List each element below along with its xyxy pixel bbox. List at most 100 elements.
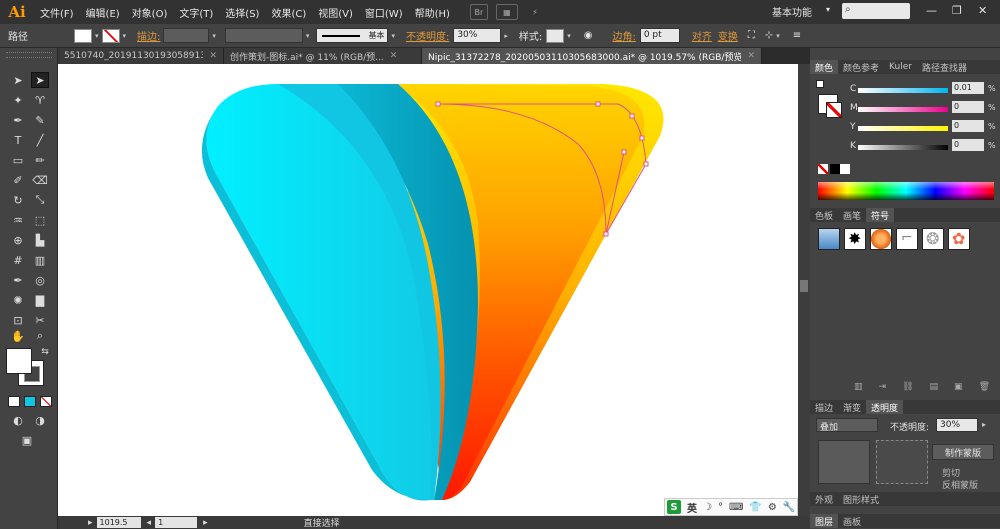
tab-pathfinder[interactable]: 路径查找器 [917, 60, 972, 74]
symbol-item[interactable]: ❂ [922, 228, 944, 250]
recolor-icon[interactable]: ◉ [584, 30, 593, 41]
moon-icon[interactable]: ☽ [703, 502, 712, 513]
tab-document-2[interactable]: 创作策划-图标.ai* @ 11% (RGB/预... ✕ [224, 48, 422, 64]
tab-document-3[interactable]: Nipic_31372278_20200503110305683000.ai* … [422, 48, 762, 64]
isolate-icon[interactable]: ⛶ [748, 30, 755, 41]
bridge-button[interactable]: Br [469, 4, 488, 20]
gear-icon[interactable]: ⚙ [768, 502, 777, 513]
make-mask-button[interactable]: 制作蒙版 [932, 444, 994, 460]
anchor-point[interactable] [435, 101, 441, 107]
curvature-tool-icon[interactable]: ✎ [31, 112, 49, 128]
scale-tool-icon[interactable]: ⤡ [31, 192, 49, 208]
eyedropper-tool-icon[interactable]: ✒ [9, 272, 27, 288]
tab-gradient[interactable]: 渐变 [838, 400, 866, 414]
slice-tool-icon[interactable]: ✂ [31, 312, 49, 328]
tab-kuler[interactable]: Kuler [884, 60, 917, 74]
close-icon[interactable]: ✕ [209, 51, 217, 61]
menu-type[interactable]: 文字(T) [173, 5, 219, 20]
menu-edit[interactable]: 编辑(E) [80, 5, 126, 20]
transform-link[interactable]: 变换 [718, 28, 738, 43]
chevron-down-icon[interactable]: ▾ [212, 32, 216, 40]
minimize-button[interactable]: — [926, 4, 937, 17]
arrange-documents-button[interactable]: ▦ [495, 4, 518, 20]
menu-view[interactable]: 视图(V) [312, 5, 359, 20]
current-tool-status[interactable]: 直接选择 [304, 516, 340, 529]
tab-symbols[interactable]: 符号 [866, 208, 895, 222]
lasso-tool-icon[interactable]: ♈ [31, 92, 49, 108]
black-slider[interactable] [858, 145, 948, 150]
type-tool-icon[interactable]: T [9, 132, 27, 148]
ime-language[interactable]: 英 [687, 500, 697, 515]
opacity-input[interactable]: 30% [453, 28, 502, 43]
zoom-field[interactable]: 1019.5 [96, 517, 141, 528]
yellow-slider[interactable] [858, 126, 948, 131]
delete-icon[interactable]: 🗑 [979, 382, 990, 394]
symbol-sprayer-tool-icon[interactable]: ✺ [9, 292, 27, 308]
opacity-label[interactable]: 不透明度: [406, 28, 449, 43]
tab-artboards[interactable]: 画板 [838, 514, 866, 528]
symbol-item[interactable] [870, 228, 892, 250]
artboard-canvas[interactable] [58, 64, 798, 516]
magenta-slider[interactable] [858, 107, 948, 112]
search-input[interactable]: ⌕ [842, 3, 910, 19]
anchor-select-icon[interactable]: ⊹ [765, 30, 773, 41]
anchor-point[interactable] [595, 101, 601, 107]
tab-document-1[interactable]: 5510740_20191130193058913081.ai* ✕ [58, 48, 224, 64]
skin-icon[interactable]: 👕 [749, 502, 761, 513]
panel-menu-icon[interactable]: ≡ [793, 30, 801, 41]
gpu-performance-button[interactable]: ⚡ [526, 4, 544, 20]
anchor-point[interactable] [629, 113, 635, 119]
align-link[interactable]: 对齐 [692, 28, 712, 43]
tab-layers[interactable]: 图层 [810, 514, 839, 528]
blend-tool-icon[interactable]: ◎ [31, 272, 49, 288]
menu-window[interactable]: 窗口(W) [359, 5, 409, 20]
anchor-point[interactable] [639, 135, 645, 141]
chevron-right-icon[interactable]: ▸ [982, 420, 986, 429]
chevron-down-icon[interactable]: ▾ [391, 32, 395, 40]
status-menu-icon[interactable]: ▸ [88, 518, 93, 528]
anchor-point[interactable] [621, 149, 627, 155]
paintbrush-tool-icon[interactable]: ✏ [31, 152, 49, 168]
tab-transparency[interactable]: 透明度 [866, 400, 904, 414]
restore-button[interactable]: ❐ [952, 4, 962, 17]
swap-fill-stroke-icon[interactable]: ⇆ [36, 344, 54, 360]
tab-swatches[interactable]: 色板 [810, 208, 838, 222]
stroke-swatch[interactable] [101, 28, 120, 43]
pencil-tool-icon[interactable]: ✐ [9, 172, 27, 188]
rectangle-tool-icon[interactable]: ▭ [9, 152, 27, 168]
chevron-down-icon[interactable]: ▾ [95, 32, 99, 40]
keyboard-icon[interactable]: ⌨ [729, 502, 743, 513]
mini-fill-box[interactable] [816, 80, 824, 88]
cyan-value-input[interactable]: 0.01 [952, 82, 984, 94]
menu-effect[interactable]: 效果(C) [265, 5, 312, 20]
symbol-item[interactable]: ✸ [844, 228, 866, 250]
eraser-tool-icon[interactable]: ⌫ [31, 172, 49, 188]
black-swatch[interactable] [830, 164, 840, 174]
symbol-options-icon[interactable]: ▤ [930, 382, 939, 394]
fill-swatch[interactable] [74, 28, 92, 43]
menu-object[interactable]: 对象(O) [126, 5, 174, 20]
panel-grip[interactable] [6, 52, 52, 58]
fill-color-box[interactable] [6, 348, 32, 374]
stroke-label[interactable]: 描边: [137, 28, 160, 43]
close-button[interactable]: ✕ [978, 4, 987, 17]
draw-normal-icon[interactable]: ◐ [9, 412, 27, 428]
zoom-tool-icon[interactable]: ⌕ [31, 328, 49, 344]
tab-appearance[interactable]: 外观 [810, 492, 838, 506]
symbol-library-icon[interactable]: ▥ [854, 382, 863, 394]
next-artboard-icon[interactable]: ▸ [203, 518, 208, 528]
rotate-tool-icon[interactable]: ↻ [9, 192, 27, 208]
object-thumbnail[interactable] [818, 440, 870, 484]
anchor-point[interactable] [603, 231, 609, 237]
chevron-down-icon[interactable]: ▾ [123, 32, 127, 40]
white-swatch[interactable] [840, 164, 850, 174]
chevron-down-icon[interactable]: ▾ [567, 32, 571, 40]
cyan-slider[interactable] [858, 88, 948, 93]
chevron-down-icon[interactable]: ▾ [776, 32, 780, 40]
close-icon[interactable]: ✕ [747, 51, 755, 61]
chevron-down-icon[interactable]: ▾ [826, 5, 830, 14]
column-graph-tool-icon[interactable]: ▇ [31, 292, 49, 308]
mask-thumbnail[interactable] [876, 440, 928, 484]
close-icon[interactable]: ✕ [390, 51, 398, 61]
warp-tool-icon[interactable]: ♒ [9, 212, 27, 228]
